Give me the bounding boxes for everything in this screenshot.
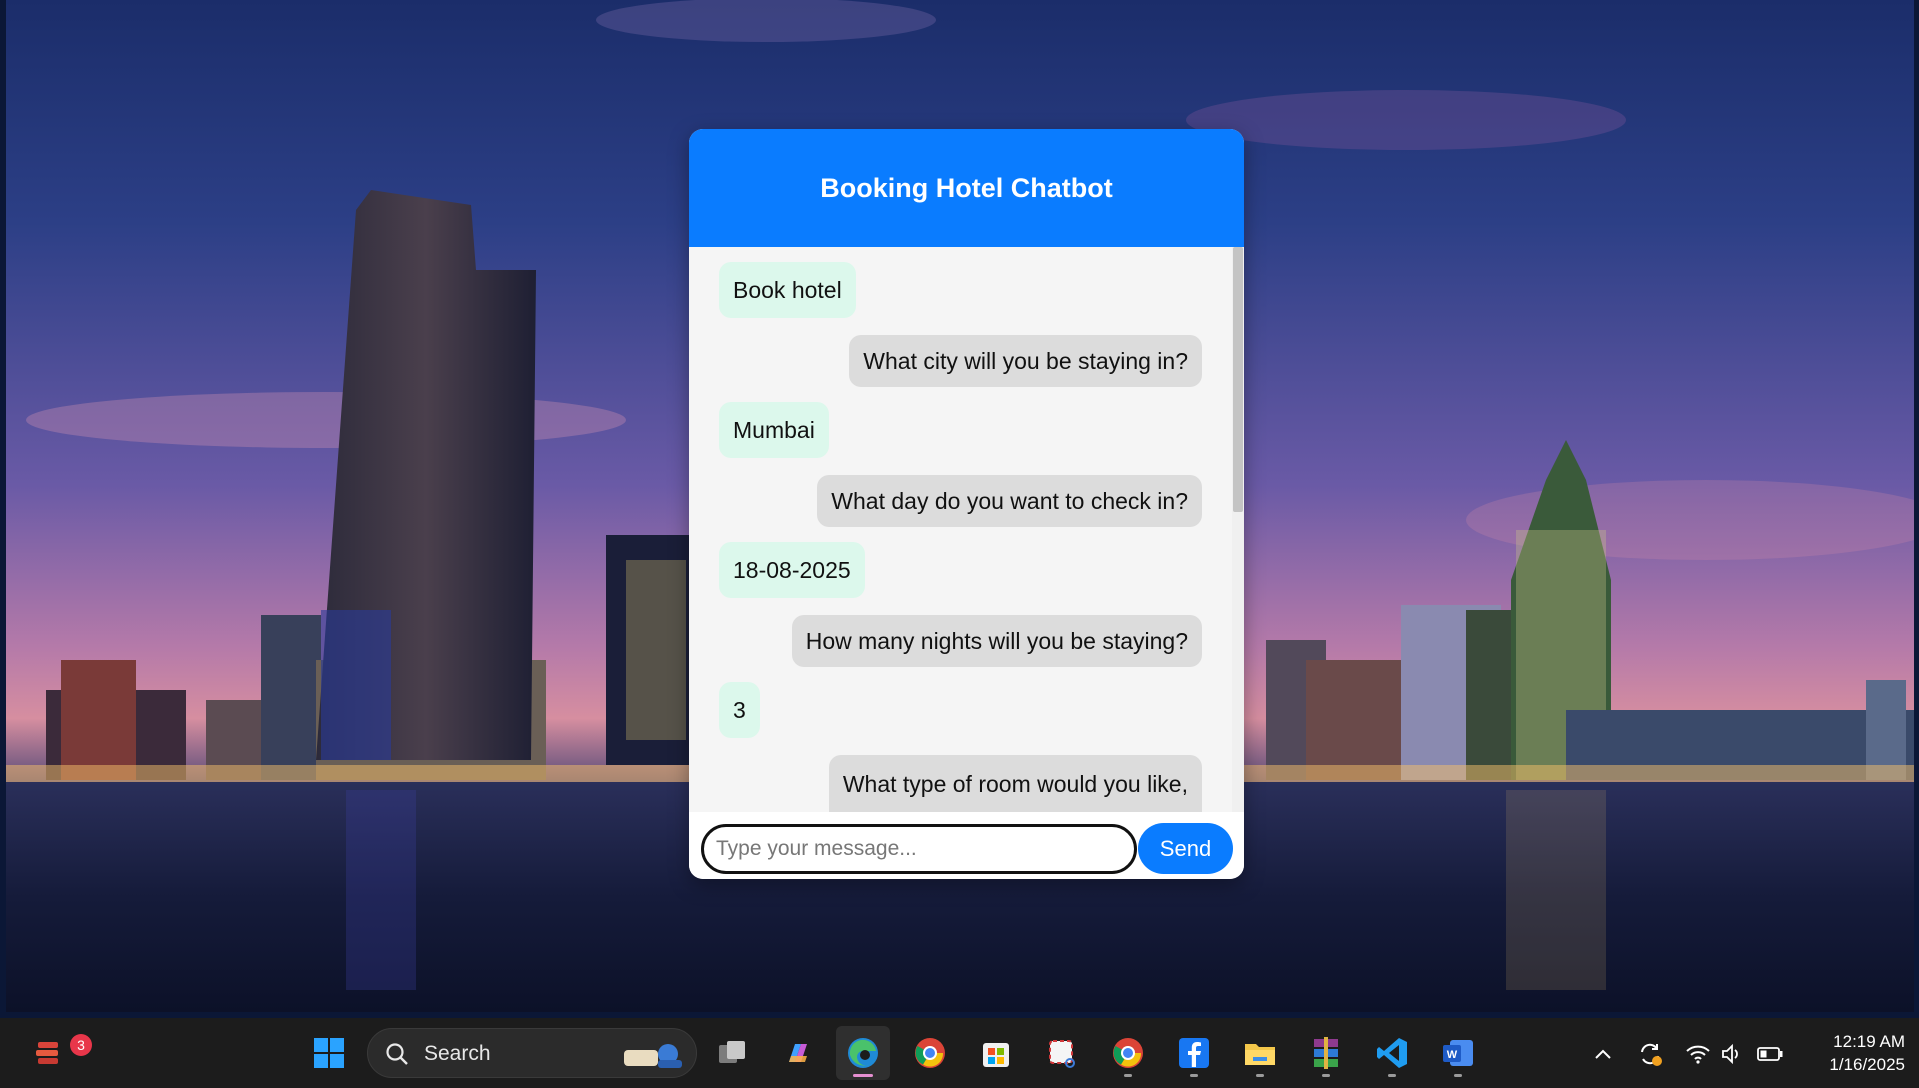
edge-button[interactable] bbox=[836, 1026, 890, 1080]
chat-title: Booking Hotel Chatbot bbox=[820, 172, 1113, 203]
vscode-icon bbox=[1377, 1038, 1407, 1068]
vscode-button[interactable] bbox=[1365, 1026, 1419, 1080]
send-button[interactable]: Send bbox=[1138, 823, 1233, 874]
taskbar: 3 Search W 12:19 AM 1/16/2025 bbox=[0, 1018, 1919, 1088]
user-message: Mumbai bbox=[719, 402, 829, 458]
volume-button[interactable] bbox=[1718, 1040, 1746, 1068]
sync-icon bbox=[1641, 1043, 1662, 1066]
wifi-icon bbox=[1686, 1045, 1710, 1064]
running-indicator bbox=[1388, 1074, 1396, 1077]
speaker-icon bbox=[1722, 1043, 1738, 1065]
desktop: Booking Hotel Chatbot Book hotel What ci… bbox=[0, 0, 1919, 1018]
battery-icon bbox=[1757, 1047, 1783, 1061]
wifi-button[interactable] bbox=[1684, 1040, 1712, 1068]
show-hidden-icons-button[interactable] bbox=[1589, 1040, 1617, 1068]
wallpaper: Booking Hotel Chatbot Book hotel What ci… bbox=[6, 0, 1914, 1012]
facebook-icon bbox=[1179, 1038, 1209, 1068]
search-highlight-icon bbox=[624, 1044, 682, 1068]
scrollbar-thumb[interactable] bbox=[1233, 247, 1243, 512]
chat-window: Booking Hotel Chatbot Book hotel What ci… bbox=[689, 129, 1244, 879]
user-message: 18-08-2025 bbox=[719, 542, 865, 598]
clock[interactable]: 12:19 AM 1/16/2025 bbox=[1795, 1030, 1905, 1076]
bot-message: How many nights will you be staying? bbox=[791, 615, 1202, 667]
windows-icon bbox=[314, 1038, 344, 1068]
edge-icon bbox=[848, 1038, 878, 1068]
user-message: 3 bbox=[719, 682, 760, 738]
file-explorer-button[interactable] bbox=[1233, 1026, 1287, 1080]
chat-input-bar: Send bbox=[689, 812, 1244, 879]
chevron-up-icon bbox=[1595, 1049, 1611, 1059]
sync-tray-button[interactable] bbox=[1636, 1040, 1664, 1068]
svg-text:W: W bbox=[1447, 1049, 1458, 1061]
notification-badge: 3 bbox=[70, 1034, 92, 1056]
running-indicator bbox=[1190, 1074, 1198, 1077]
store-button[interactable] bbox=[969, 1026, 1023, 1080]
stack-icon bbox=[36, 1042, 58, 1064]
bot-message: What day do you want to check in? bbox=[817, 475, 1202, 527]
chat-messages[interactable]: Book hotel What city will you be staying… bbox=[689, 247, 1244, 812]
store-icon bbox=[983, 1043, 1009, 1067]
task-view-button[interactable] bbox=[705, 1026, 759, 1080]
chat-header: Booking Hotel Chatbot bbox=[689, 129, 1244, 247]
chrome-icon bbox=[915, 1038, 945, 1068]
active-indicator bbox=[853, 1074, 873, 1077]
winrar-button[interactable] bbox=[1299, 1026, 1353, 1080]
chrome-button[interactable] bbox=[903, 1026, 957, 1080]
bot-message: What type of room would you like, bbox=[828, 755, 1202, 812]
snipping-tool-icon bbox=[1049, 1040, 1075, 1068]
winrar-icon bbox=[1314, 1037, 1338, 1069]
folder-icon bbox=[1245, 1044, 1275, 1065]
running-indicator bbox=[1322, 1074, 1330, 1077]
user-message: Book hotel bbox=[719, 262, 856, 318]
snipping-tool-button[interactable] bbox=[1035, 1026, 1089, 1080]
notification-app-button[interactable]: 3 bbox=[22, 1026, 92, 1080]
search-label: Search bbox=[424, 1042, 491, 1065]
copilot-icon bbox=[789, 1044, 807, 1062]
message-input[interactable] bbox=[701, 824, 1137, 874]
facebook-button[interactable] bbox=[1167, 1026, 1221, 1080]
word-icon: W bbox=[1443, 1040, 1473, 1066]
taskbar-search[interactable]: Search bbox=[367, 1028, 697, 1078]
task-view-icon bbox=[719, 1041, 745, 1063]
copilot-button[interactable] bbox=[771, 1026, 825, 1080]
running-indicator bbox=[1256, 1074, 1264, 1077]
chrome-button-2[interactable] bbox=[1101, 1026, 1155, 1080]
battery-button[interactable] bbox=[1756, 1040, 1784, 1068]
clock-time: 12:19 AM bbox=[1833, 1032, 1905, 1051]
chat-scrollbar[interactable] bbox=[1232, 247, 1244, 812]
chrome-icon bbox=[1113, 1038, 1143, 1068]
running-indicator bbox=[1454, 1074, 1462, 1077]
word-button[interactable]: W bbox=[1431, 1026, 1485, 1080]
search-icon bbox=[386, 1043, 408, 1065]
start-button[interactable] bbox=[302, 1026, 356, 1080]
clock-date: 1/16/2025 bbox=[1829, 1055, 1905, 1074]
bot-message: What city will you be staying in? bbox=[849, 335, 1202, 387]
running-indicator bbox=[1124, 1074, 1132, 1077]
